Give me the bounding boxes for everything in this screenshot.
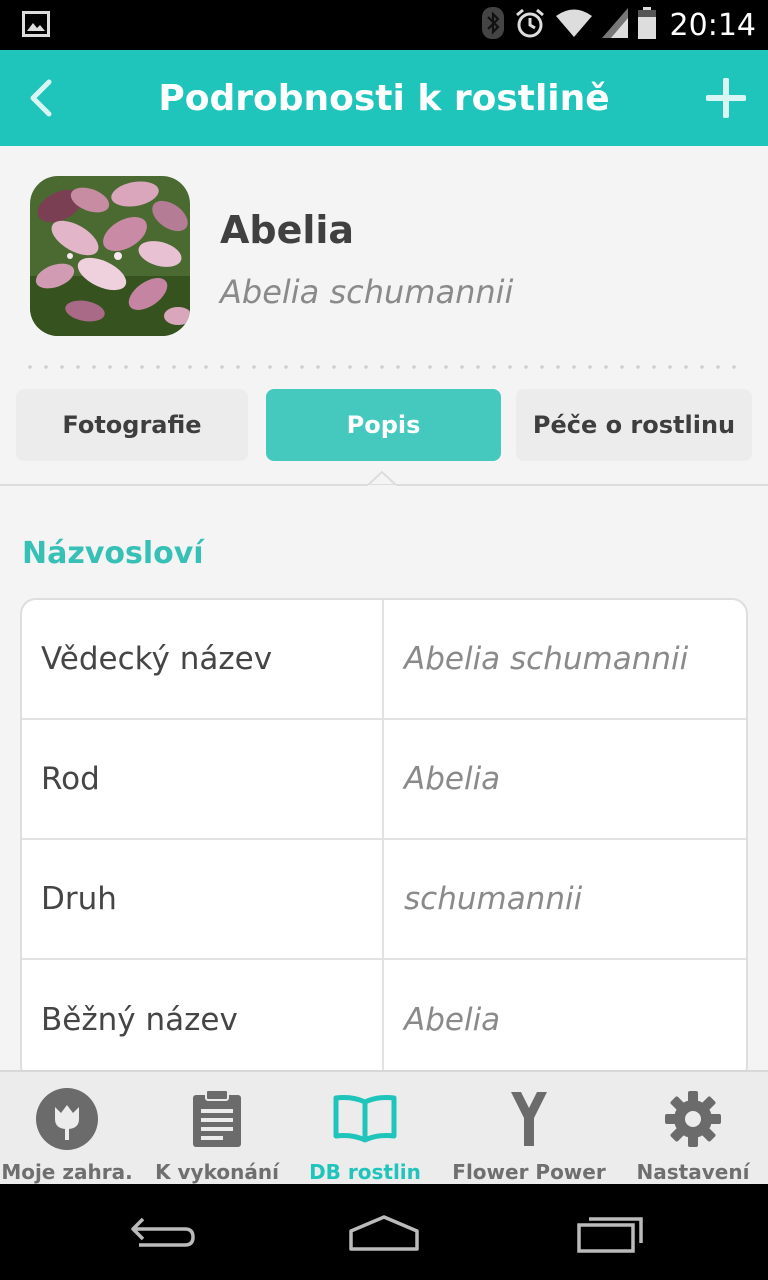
- tab-description[interactable]: Popis: [266, 389, 501, 461]
- back-icon[interactable]: [120, 1208, 200, 1258]
- home-icon[interactable]: [344, 1208, 424, 1258]
- row-value: Abelia schumannii: [404, 641, 689, 677]
- flower-power-sensor-icon: [493, 1084, 565, 1154]
- section-title: Názvosloví: [22, 536, 204, 571]
- gear-icon: [657, 1084, 729, 1154]
- system-navigation-bar: [0, 1184, 768, 1280]
- nav-label: Flower Power: [452, 1160, 606, 1184]
- row-value: Abelia: [404, 761, 501, 797]
- row-key: Vědecký název: [22, 600, 384, 718]
- nav-flower-power[interactable]: Flower Power: [446, 1072, 612, 1184]
- plant-header: Abelia Abelia schumannii Fotografie Popi…: [0, 146, 768, 487]
- open-book-icon: [329, 1084, 401, 1154]
- add-button[interactable]: [700, 72, 752, 124]
- clipboard-icon: [181, 1084, 253, 1154]
- recents-icon[interactable]: [570, 1208, 650, 1258]
- nav-plant-db[interactable]: DB rostlin: [300, 1072, 430, 1184]
- wifi-icon: [555, 9, 592, 41]
- battery-icon: [637, 7, 656, 43]
- bottom-navigation: Moje zahra. K vykonání DB rostlin Flower…: [0, 1070, 768, 1184]
- table-row: Běžný název Abelia: [22, 960, 746, 1070]
- plant-latin-name: Abelia schumannii: [220, 273, 514, 311]
- status-time: 20:14: [669, 7, 756, 43]
- bluetooth-icon: [481, 7, 504, 43]
- app-bar: Podrobnosti k rostlině: [0, 50, 768, 146]
- plus-icon: [706, 78, 746, 118]
- status-bar: 20:14: [0, 0, 768, 50]
- dotted-separator: [22, 365, 746, 369]
- nav-label: Moje zahra.: [1, 1160, 133, 1184]
- nav-settings[interactable]: Nastavení: [628, 1072, 758, 1184]
- nav-label: DB rostlin: [309, 1160, 421, 1184]
- row-value: Abelia: [404, 1002, 501, 1038]
- row-key: Běžný název: [22, 960, 384, 1070]
- tab-plant-care[interactable]: Péče o rostlinu: [516, 389, 752, 461]
- nomenclature-table: Vědecký název Abelia schumannii Rod Abel…: [20, 598, 748, 1070]
- row-value: schumannii: [404, 881, 583, 917]
- alarm-icon: [514, 7, 546, 43]
- chevron-left-icon: [30, 79, 52, 117]
- active-tab-pointer: [368, 471, 396, 487]
- page-title: Podrobnosti k rostlině: [158, 77, 610, 119]
- row-key: Druh: [22, 840, 384, 958]
- row-key: Rod: [22, 720, 384, 838]
- nav-label: K vykonání: [155, 1160, 279, 1184]
- signal-icon: [601, 8, 628, 42]
- plant-name: Abelia: [220, 208, 355, 252]
- table-row: Druh schumannii: [22, 840, 746, 960]
- back-button[interactable]: [16, 72, 66, 124]
- plant-photo[interactable]: [30, 176, 190, 336]
- tab-photos[interactable]: Fotografie: [16, 389, 248, 461]
- nav-label: Nastavení: [636, 1160, 750, 1184]
- image-icon: [22, 11, 50, 37]
- tab-bar: Fotografie Popis Péče o rostlinu: [16, 389, 752, 461]
- content-area[interactable]: Názvosloví Vědecký název Abelia schumann…: [0, 486, 768, 1070]
- nav-to-do[interactable]: K vykonání: [146, 1072, 288, 1184]
- table-row: Rod Abelia: [22, 720, 746, 840]
- flower-badge-icon: [31, 1084, 103, 1154]
- nav-my-garden[interactable]: Moje zahra.: [0, 1072, 134, 1184]
- table-row: Vědecký název Abelia schumannii: [22, 600, 746, 720]
